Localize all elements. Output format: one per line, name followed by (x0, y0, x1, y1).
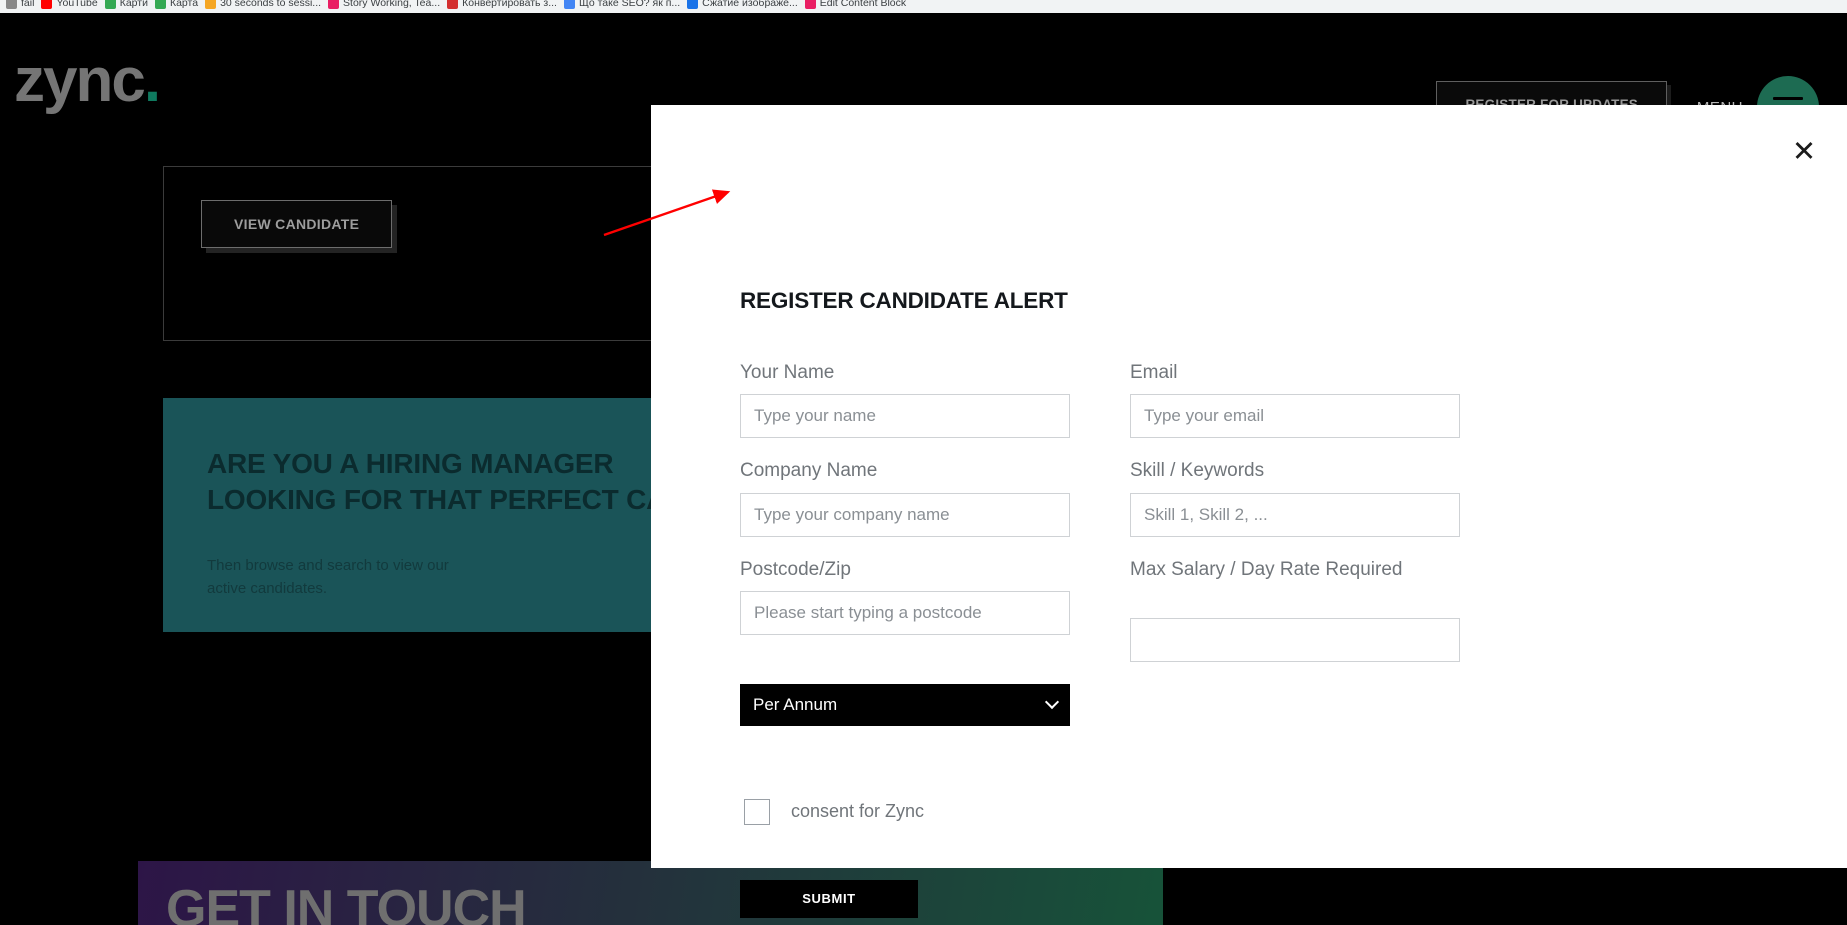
get-in-touch-title: GET IN TOUCH (166, 880, 527, 925)
candidate-alert-form: Your Name Email Company Name Skill / Key… (740, 360, 1530, 918)
bookmark-label: Що таке SEO? як п... (578, 0, 681, 9)
consent-and-submit: consent for Zync SUBMIT (740, 746, 1070, 918)
field-company-name: Company Name (740, 458, 1070, 537)
field-skill-keywords: Skill / Keywords (1130, 458, 1460, 537)
bookmark-favicon-icon (328, 0, 340, 9)
email-input[interactable] (1130, 394, 1460, 439)
bookmark-label: Карти (119, 0, 148, 9)
form-grid: Your Name Email Company Name Skill / Key… (740, 360, 1530, 918)
company-name-label: Company Name (740, 460, 878, 482)
bookmark-favicon-icon (687, 0, 699, 9)
bookmark-favicon-icon (563, 0, 575, 9)
your-name-input[interactable] (740, 394, 1070, 439)
bookmark-label: Edit Content Block (819, 0, 907, 9)
postcode-zip-label: Postcode/Zip (740, 558, 851, 580)
max-salary-input[interactable] (1130, 617, 1460, 662)
bookmark-label: Story Working, Tea... (343, 0, 441, 9)
bookmark-label: Сжатие изображе... (702, 0, 798, 9)
close-icon[interactable]: ✕ (1789, 138, 1819, 168)
bookmark-favicon-icon (205, 0, 217, 9)
field-your-name: Your Name (740, 360, 1070, 439)
field-postcode-zip: Postcode/Zip (740, 557, 1070, 662)
skill-keywords-label: Skill / Keywords (1130, 460, 1265, 482)
bookmark-favicon-icon (447, 0, 459, 9)
bookmark-item[interactable]: 30 seconds to sessi... (205, 0, 321, 13)
skill-keywords-input[interactable] (1130, 492, 1460, 537)
bookmark-favicon-icon (6, 0, 17, 9)
bookmark-label: Карта (169, 0, 199, 9)
bookmark-favicon-icon (154, 0, 166, 9)
email-label: Email (1130, 362, 1178, 383)
consent-row: consent for Zync (740, 796, 1070, 828)
your-name-label: Your Name (740, 362, 835, 383)
bookmark-label: 30 seconds to sessi... (220, 0, 322, 9)
bookmark-label: YouTube (56, 0, 98, 9)
bookmark-item[interactable]: Карта (154, 0, 199, 13)
bookmark-item[interactable]: Карти (104, 0, 148, 13)
bookmark-favicon-icon (804, 0, 816, 9)
field-email: Email (1130, 360, 1460, 439)
bookmark-item[interactable]: Сжатие изображе... (687, 0, 798, 13)
consent-checkbox[interactable] (744, 798, 770, 825)
browser-bookmarks-bar: fail YouTube Карти Карта 30 seconds to s… (0, 0, 1847, 13)
consent-label: consent for Zync (791, 801, 925, 822)
bookmark-favicon-icon (104, 0, 116, 9)
max-salary-label: Max Salary / Day Rate Required (1130, 558, 1403, 580)
bookmark-item[interactable]: Edit Content Block (804, 0, 907, 13)
bookmark-label: fail (21, 0, 35, 9)
modal-title: REGISTER CANDIDATE ALERT (740, 288, 1068, 313)
bookmark-item[interactable]: Конвертировать з... (447, 0, 557, 13)
site-logo[interactable]: zync zync zync. (10, 48, 161, 114)
logo-text: zync (14, 46, 146, 115)
bookmark-favicon-icon (41, 0, 53, 9)
field-salary-period: Per AnnumPer DayPer Hour (740, 683, 1070, 726)
bookmark-item[interactable]: fail (6, 0, 34, 13)
bookmark-item[interactable]: Що таке SEO? як п... (563, 0, 681, 13)
postcode-zip-input[interactable] (740, 591, 1070, 636)
toolbar-shadow (0, 13, 1847, 16)
company-name-input[interactable] (740, 492, 1070, 537)
app-root: fail YouTube Карти Карта 30 seconds to s… (0, 0, 1847, 925)
field-max-salary: Max Salary / Day Rate Required (1130, 557, 1460, 662)
salary-period-shell: Per AnnumPer DayPer Hour (740, 683, 1070, 726)
salary-period-select[interactable]: Per AnnumPer DayPer Hour (740, 683, 1070, 726)
view-candidate-button[interactable]: VIEW CANDIDATE (201, 200, 393, 248)
logo-dot: . (143, 46, 161, 115)
bookmark-label: Конвертировать з... (462, 0, 557, 9)
bookmark-item[interactable]: Story Working, Tea... (328, 0, 440, 13)
register-candidate-alert-modal: ✕ REGISTER CANDIDATE ALERT Your Name Ema… (651, 105, 1847, 918)
submit-button[interactable]: SUBMIT (740, 879, 918, 918)
bookmark-item[interactable]: YouTube (41, 0, 98, 13)
hamburger-line (1773, 96, 1803, 100)
